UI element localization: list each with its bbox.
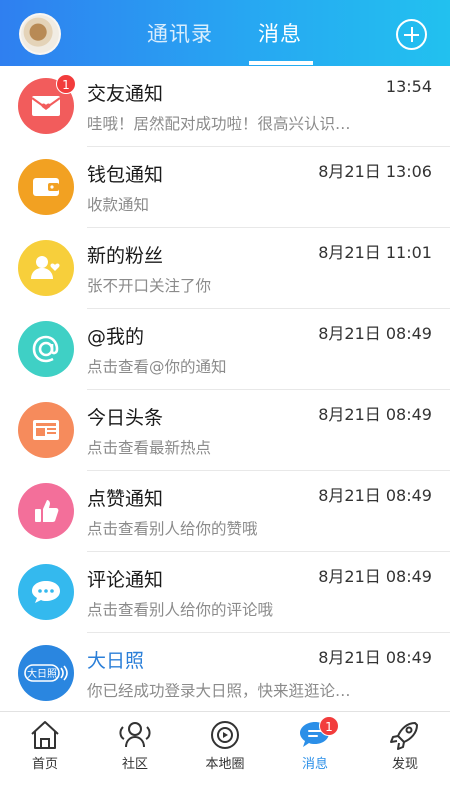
newspaper-icon <box>18 402 74 458</box>
bottom-nav: 首页 社区 本地圈 1 消息 发现 <box>0 711 450 800</box>
message-preview: 点击查看别人给你的评论哦 <box>87 601 274 619</box>
message-item-da-rizhao[interactable]: 大日照 大日照 你已经成功登录大日照，快来逛逛论… 8月21日 08:49 <box>0 633 450 714</box>
message-time: 13:54 <box>385 77 432 96</box>
home-icon <box>31 721 59 749</box>
nav-local-circle[interactable]: 本地圈 <box>180 712 270 800</box>
active-tab-indicator <box>249 61 313 65</box>
message-item-wallet-notice[interactable]: 钱包通知 收款通知 8月21日 13:06 <box>0 147 450 228</box>
top-bar: 通讯录 消息 <box>0 0 450 66</box>
message-preview: 张不开口关注了你 <box>87 277 212 295</box>
message-title: 点赞通知 <box>87 488 164 510</box>
svg-text:大日照: 大日照 <box>27 667 57 680</box>
unread-badge: 1 <box>56 74 76 94</box>
message-item-headlines[interactable]: 今日头条 点击查看最新热点 8月21日 08:49 <box>0 390 450 471</box>
message-title: 钱包通知 <box>87 164 164 186</box>
message-preview: 点击查看别人给你的赞哦 <box>87 520 258 538</box>
message-title: @我的 <box>87 326 145 348</box>
tab-messages[interactable]: 消息 <box>258 18 302 48</box>
message-time: 8月21日 08:49 <box>318 324 432 343</box>
message-time: 8月21日 08:49 <box>318 648 432 667</box>
message-item-mentions[interactable]: @我的 点击查看@你的通知 8月21日 08:49 <box>0 309 450 390</box>
local-circle-icon <box>211 721 239 749</box>
message-title: 今日头条 <box>87 407 164 429</box>
rocket-icon <box>390 722 418 750</box>
new-follower-icon <box>18 240 74 296</box>
message-preview: 收款通知 <box>87 196 150 214</box>
nav-label: 首页 <box>31 757 58 772</box>
community-icon <box>119 722 151 748</box>
message-time: 8月21日 08:49 <box>318 486 432 505</box>
message-time: 8月21日 08:49 <box>318 405 432 424</box>
wallet-icon <box>18 159 74 215</box>
nav-label: 消息 <box>301 757 328 772</box>
message-time: 8月21日 11:01 <box>318 243 432 262</box>
at-mention-icon <box>18 321 74 377</box>
thumbs-up-icon <box>18 483 74 539</box>
message-item-comments[interactable]: 评论通知 点击查看别人给你的评论哦 8月21日 08:49 <box>0 552 450 633</box>
tab-contacts[interactable]: 通讯录 <box>147 18 213 48</box>
message-title: 交友通知 <box>87 83 164 105</box>
da-rizhao-logo-icon: 大日照 <box>18 645 74 701</box>
message-time: 8月21日 08:49 <box>318 567 432 586</box>
message-preview: 哇哦！居然配对成功啦！很高兴认识… <box>87 115 351 133</box>
comment-icon <box>18 564 74 620</box>
message-preview: 点击查看@你的通知 <box>87 358 227 376</box>
nav-messages[interactable]: 1 消息 <box>270 712 360 800</box>
nav-home[interactable]: 首页 <box>0 712 90 800</box>
message-title: 新的粉丝 <box>87 245 164 267</box>
message-title: 大日照 <box>87 650 145 672</box>
nav-label: 发现 <box>391 757 418 772</box>
message-item-new-followers[interactable]: 新的粉丝 张不开口关注了你 8月21日 11:01 <box>0 228 450 309</box>
message-item-friend-notice[interactable]: 1 交友通知 哇哦！居然配对成功啦！很高兴认识… 13:54 <box>0 66 450 147</box>
nav-community[interactable]: 社区 <box>90 712 180 800</box>
avatar[interactable] <box>19 13 61 55</box>
message-time: 8月21日 13:06 <box>318 162 432 181</box>
message-preview: 点击查看最新热点 <box>87 439 212 457</box>
nav-label: 社区 <box>121 757 148 772</box>
message-preview: 你已经成功登录大日照，快来逛逛论… <box>87 682 351 700</box>
nav-discover[interactable]: 发现 <box>360 712 450 800</box>
message-item-likes[interactable]: 点赞通知 点击查看别人给你的赞哦 8月21日 08:49 <box>0 471 450 552</box>
nav-label: 本地圈 <box>205 757 245 772</box>
add-button[interactable] <box>396 19 427 50</box>
message-title: 评论通知 <box>87 569 164 591</box>
nav-unread-badge: 1 <box>319 716 339 736</box>
